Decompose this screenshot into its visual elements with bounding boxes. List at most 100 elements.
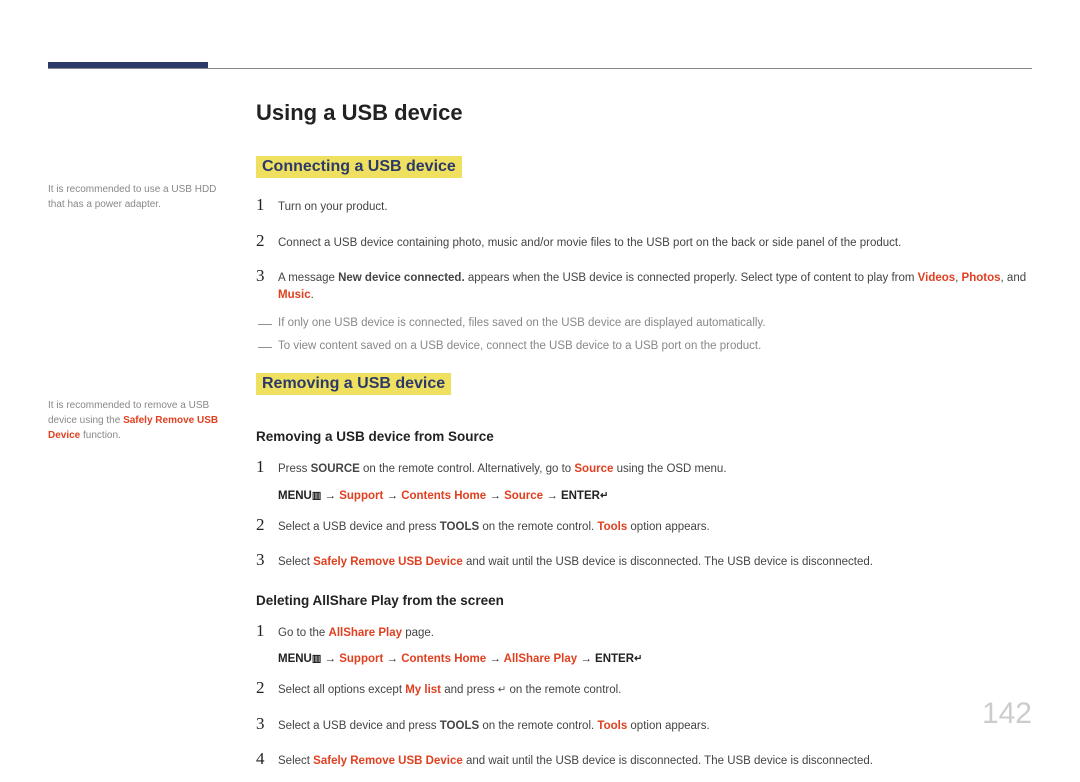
d3-mid: on the remote control. [479,720,597,732]
nav-arrow: → [383,490,401,502]
nav-arrow: → [486,653,503,665]
d1-post: page. [402,627,434,639]
nav-menu: MENU [278,653,312,665]
step-number: 1 [256,192,278,218]
step-number: 3 [256,263,278,289]
nav-arrow: → [543,490,561,502]
connect-step-3: 3 A message New device connected. appear… [256,263,1032,305]
d4-pre: Select [278,755,313,767]
subheading-deleting-allshare: Deleting AllShare Play from the screen [256,593,1032,608]
r1-pre: Press [278,463,311,475]
d2-red: My list [405,684,441,696]
delete-step-3: 3 Select a USB device and press TOOLS on… [256,711,1032,737]
r2-pre: Select a USB device and press [278,521,440,533]
nav-contents: Contents Home [401,653,486,665]
delete-step-2: 2 Select all options except My list and … [256,675,1032,701]
main-content: Using a USB device Connecting a USB devi… [256,100,1032,782]
d2-pre: Select all options except [278,684,405,696]
d4-post: and wait until the USB device is disconn… [463,755,873,767]
page-number: 142 [982,697,1032,731]
nav-allshare: AllShare Play [504,653,578,665]
step3-bold: New device connected. [338,272,465,284]
nav-path-2: MENU▥ → Support → Contents Home → AllSha… [278,653,1032,665]
step-text: Turn on your product. [278,199,1032,216]
d1-pre: Go to the [278,627,329,639]
step-number: 1 [256,618,278,644]
d3-red: Tools [597,720,627,732]
section-heading-connecting: Connecting a USB device [256,156,462,178]
subheading-removing-from-source: Removing a USB device from Source [256,429,1032,444]
step3-pre: A message [278,272,338,284]
step-text: Select a USB device and press TOOLS on t… [278,718,1032,735]
step-number: 2 [256,675,278,701]
step-number: 2 [256,228,278,254]
step-number: 2 [256,512,278,538]
d1-red: AllShare Play [329,627,403,639]
step-text: A message New device connected. appears … [278,270,1032,305]
r1-post: using the OSD menu. [613,463,726,475]
step-text: Press SOURCE on the remote control. Alte… [278,461,1032,478]
step3-videos: Videos [918,272,956,284]
nav-path-1: MENU▥ → Support → Contents Home → Source… [278,490,1032,502]
delete-step-4: 4 Select Safely Remove USB Device and wa… [256,746,1032,772]
nav-support: Support [339,490,383,502]
sidenote-1: It is recommended to use a USB HDD that … [48,182,233,212]
step3-c2: , and [1001,272,1027,284]
step3-music: Music [278,289,311,301]
d3-bold: TOOLS [440,720,479,732]
remove-step-2: 2 Select a USB device and press TOOLS on… [256,512,1032,538]
page-title: Using a USB device [256,100,1032,126]
nav-enter: ENTER [595,653,634,665]
r1-red: Source [574,463,613,475]
menu-icon: ▥ [312,490,321,501]
enter-icon: ↵ [600,490,608,501]
nav-arrow: → [486,490,504,502]
enter-icon: ↵ [634,653,642,664]
menu-icon: ▥ [312,653,321,664]
step-number: 3 [256,547,278,573]
d2-post: on the remote control. [506,684,621,696]
r2-mid: on the remote control. [479,521,597,533]
r1-mid: on the remote control. Alternatively, go… [360,463,575,475]
nav-contents: Contents Home [401,490,486,502]
r1-bold: SOURCE [311,463,360,475]
note-2: To view content saved on a USB device, c… [264,338,1032,355]
nav-menu: MENU [278,490,312,502]
step3-photos: Photos [962,272,1001,284]
nav-source: Source [504,490,543,502]
r2-red: Tools [597,521,627,533]
step-text: Select a USB device and press TOOLS on t… [278,519,1032,536]
step-number: 4 [256,746,278,772]
step-number: 3 [256,711,278,737]
nav-arrow: → [577,653,595,665]
sidenote-2: It is recommended to remove a USB device… [48,398,233,443]
header-rule [48,68,1032,69]
step-text: Go to the AllShare Play page. [278,625,1032,642]
step-text: Select Safely Remove USB Device and wait… [278,753,1032,770]
connect-step-1: 1 Turn on your product. [256,192,1032,218]
remove-step-1: 1 Press SOURCE on the remote control. Al… [256,454,1032,480]
connect-step-2: 2 Connect a USB device containing photo,… [256,228,1032,254]
step3-end: . [311,289,314,301]
step-text: Connect a USB device containing photo, m… [278,235,1032,252]
step3-mid: appears when the USB device is connected… [465,272,918,284]
r2-bold: TOOLS [440,521,479,533]
note-1: If only one USB device is connected, fil… [264,315,1032,332]
r3-red: Safely Remove USB Device [313,556,463,568]
remove-step-3: 3 Select Safely Remove USB Device and wa… [256,547,1032,573]
step-text: Select Safely Remove USB Device and wait… [278,554,1032,571]
step-text: Select all options except My list and pr… [278,682,1032,699]
d3-post: option appears. [627,720,709,732]
r3-pre: Select [278,556,313,568]
nav-arrow: → [321,653,339,665]
nav-arrow: → [383,653,401,665]
sidenote-2-post: function. [80,430,121,441]
step-number: 1 [256,454,278,480]
section-heading-removing: Removing a USB device [256,373,451,395]
d3-pre: Select a USB device and press [278,720,440,732]
delete-step-1: 1 Go to the AllShare Play page. [256,618,1032,644]
nav-arrow: → [321,490,339,502]
nav-enter: ENTER [561,490,600,502]
d4-red: Safely Remove USB Device [313,755,463,767]
d2-mid: and press [441,684,498,696]
